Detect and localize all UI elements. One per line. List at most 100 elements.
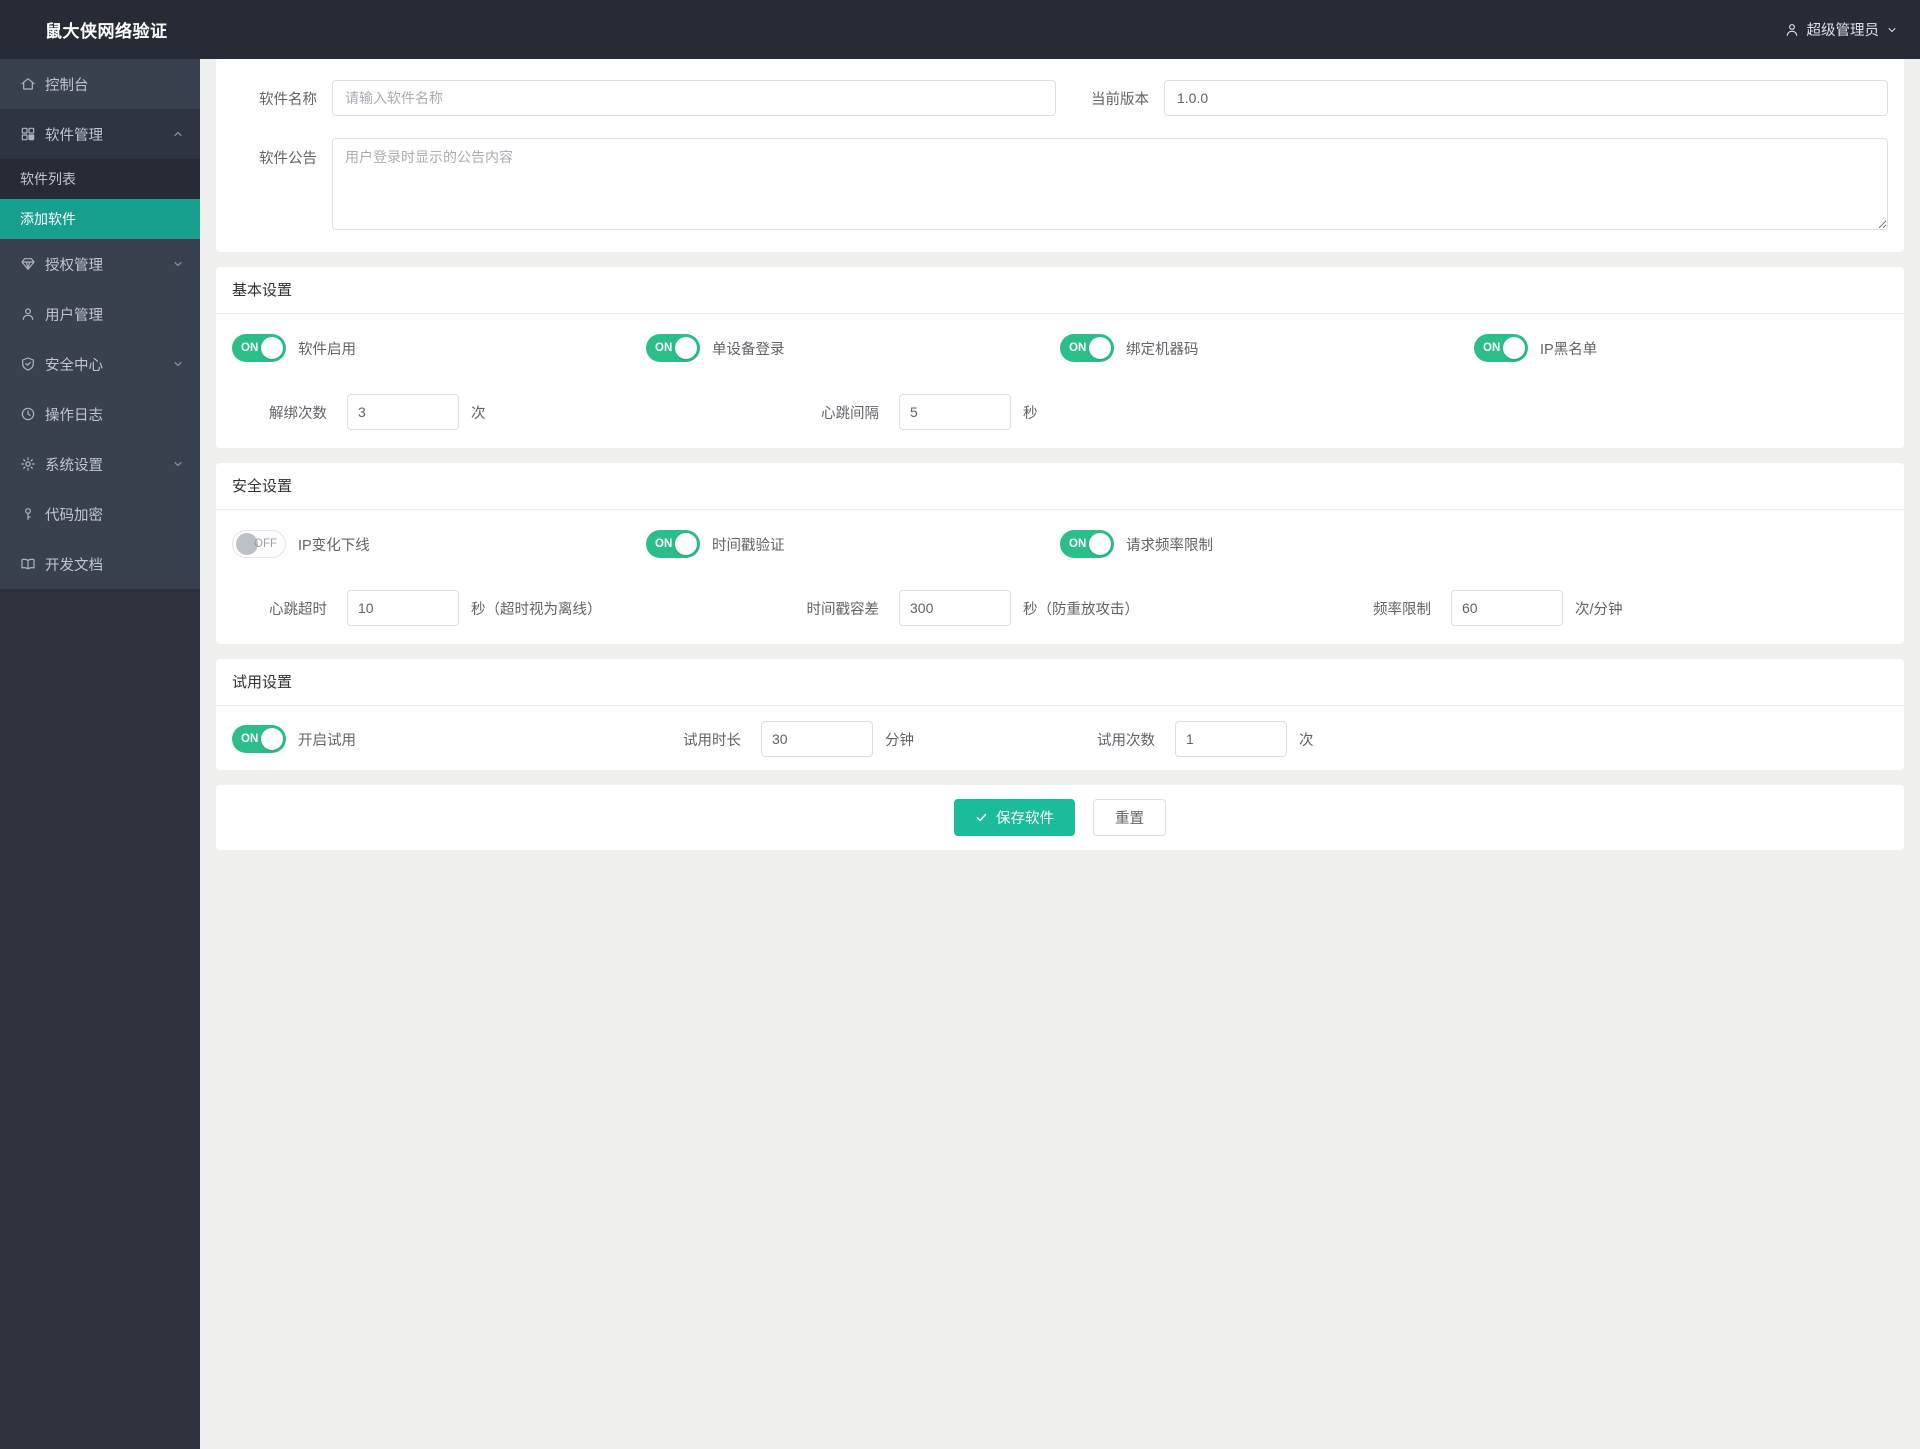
sidebar-item-license-management[interactable]: 授权管理 (0, 239, 200, 289)
trial-settings-body: ON 开启试用 试用时长 分钟 试用次数 次 (216, 706, 1904, 770)
unit-text: 分钟 (885, 732, 914, 749)
unit-text: 秒（超时视为离线） (471, 601, 602, 618)
toggle-state: ON (241, 342, 259, 354)
sidebar-item-label: 软件管理 (45, 127, 103, 144)
heartbeat-timeout-input[interactable] (347, 590, 459, 626)
check-icon (975, 811, 988, 824)
sidebar-item-add-software[interactable]: 添加软件 (0, 199, 200, 239)
toggle-state: ON (655, 538, 673, 550)
clock-icon (20, 406, 36, 422)
gear-icon (20, 456, 36, 472)
timestamp-tolerance-label: 时间戳容差 (806, 601, 880, 618)
sidebar-item-system-settings[interactable]: 系统设置 (0, 439, 200, 489)
key-icon (20, 506, 36, 522)
sidebar-item-label: 授权管理 (45, 257, 103, 274)
software-name-label: 软件名称 (259, 91, 317, 108)
basic-settings-body: ON 软件启用 ON 单设备登录 ON 绑定机器码 ON IP黑名单 解绑次数 … (216, 314, 1904, 448)
toggle-label: 开启试用 (298, 732, 356, 749)
toggle-knob (261, 728, 283, 750)
user-menu[interactable]: 超级管理员 (1784, 19, 1920, 40)
security-settings-card: 安全设置 OFF IP变化下线 ON 时间戳验证 ON 请求频率限制 心跳超时 … (216, 463, 1904, 644)
ip-change-offline-toggle[interactable]: OFF (232, 530, 286, 558)
sidebar-item-label: 系统设置 (45, 457, 103, 474)
trial-enable-toggle[interactable]: ON (232, 725, 286, 753)
toggle-state: ON (1069, 342, 1087, 354)
rate-limit-input[interactable] (1451, 590, 1563, 626)
heartbeat-interval-label: 心跳间隔 (821, 405, 879, 422)
sidebar-item-code-encryption[interactable]: 代码加密 (0, 489, 200, 539)
reset-button-label: 重置 (1115, 811, 1144, 827)
sidebar-item-software-list[interactable]: 软件列表 (0, 159, 200, 199)
home-icon (20, 76, 36, 92)
trial-settings-card: 试用设置 ON 开启试用 试用时长 分钟 试用次数 次 (216, 659, 1904, 770)
toggle-knob (261, 337, 283, 359)
book-icon (20, 556, 36, 572)
sidebar-item-label: 代码加密 (45, 507, 103, 524)
software-name-input[interactable] (332, 80, 1056, 116)
software-enabled-toggle[interactable]: ON (232, 334, 286, 362)
sidebar-filler (0, 589, 200, 1449)
timestamp-tolerance-input[interactable] (899, 590, 1011, 626)
ip-blacklist-toggle[interactable]: ON (1474, 334, 1528, 362)
trial-duration-input[interactable] (761, 721, 873, 757)
sidebar-item-user-management[interactable]: 用户管理 (0, 289, 200, 339)
basic-settings-card: 基本设置 ON 软件启用 ON 单设备登录 ON 绑定机器码 ON IP黑名单 … (216, 267, 1904, 448)
sidebar-item-security-center[interactable]: 安全中心 (0, 339, 200, 389)
toggle-knob (675, 533, 697, 555)
sidebar-item-label: 用户管理 (45, 307, 103, 324)
version-label: 当前版本 (1091, 91, 1149, 108)
toggle-label: IP变化下线 (298, 537, 370, 554)
trial-count-input[interactable] (1175, 721, 1287, 757)
sidebar-item-operation-logs[interactable]: 操作日志 (0, 389, 200, 439)
chevron-down-icon (1886, 24, 1898, 36)
sidebar-item-label: 添加软件 (20, 211, 76, 227)
heartbeat-timeout-label: 心跳超时 (269, 601, 327, 618)
toggle-state: ON (241, 733, 259, 745)
unit-text: 次/分钟 (1575, 601, 1623, 618)
bind-machine-code-toggle[interactable]: ON (1060, 334, 1114, 362)
gem-icon (20, 256, 36, 272)
toggle-label: 请求频率限制 (1126, 537, 1213, 554)
save-button-label: 保存软件 (996, 811, 1054, 827)
sidebar-item-software-management[interactable]: 软件管理 (0, 109, 200, 159)
heartbeat-interval-input[interactable] (899, 394, 1011, 430)
toggle-label: 绑定机器码 (1126, 341, 1199, 358)
toggle-knob (675, 337, 697, 359)
reset-button[interactable]: 重置 (1093, 799, 1166, 836)
user-name: 超级管理员 (1806, 23, 1880, 39)
section-title: 安全设置 (216, 463, 1904, 510)
version-input[interactable] (1164, 80, 1888, 116)
unbind-count-label: 解绑次数 (269, 405, 327, 422)
chevron-up-icon (172, 128, 184, 140)
sidebar-item-label: 安全中心 (45, 357, 103, 374)
toggle-state: ON (1069, 538, 1087, 550)
sidebar-item-dev-docs[interactable]: 开发文档 (0, 539, 200, 589)
rate-limit-toggle[interactable]: ON (1060, 530, 1114, 558)
unit-text: 次 (471, 405, 486, 422)
sidebar-submenu-software: 软件列表 添加软件 (0, 159, 200, 239)
toggle-knob (1089, 533, 1111, 555)
sidebar-item-label: 操作日志 (45, 407, 103, 424)
unit-text: 秒（防重放攻击） (1023, 601, 1139, 618)
security-settings-body: OFF IP变化下线 ON 时间戳验证 ON 请求频率限制 心跳超时 10 秒（… (216, 510, 1904, 644)
timestamp-verify-toggle[interactable]: ON (646, 530, 700, 558)
section-title: 试用设置 (216, 659, 1904, 706)
save-software-button[interactable]: 保存软件 (954, 799, 1075, 836)
basic-info-body: 软件名称 当前版本 软件公告 (216, 58, 1904, 252)
single-device-login-toggle[interactable]: ON (646, 334, 700, 362)
toggle-label: 单设备登录 (712, 341, 785, 358)
unbind-count-input[interactable] (347, 394, 459, 430)
toggle-knob (1503, 337, 1525, 359)
notice-textarea[interactable] (332, 138, 1888, 230)
unit-text: 次 (1299, 732, 1314, 749)
app-title: 鼠大侠网络验证 (45, 22, 168, 41)
sidebar-item-console[interactable]: 控制台 (0, 59, 200, 109)
toggle-knob (1089, 337, 1111, 359)
chevron-down-icon (172, 458, 184, 470)
trial-count-label: 试用次数 (1097, 732, 1155, 749)
chevron-down-icon (172, 258, 184, 270)
actions-card: 保存软件 重置 (216, 785, 1904, 850)
toggle-state: OFF (254, 538, 277, 550)
apps-icon (20, 126, 36, 142)
sidebar-item-label: 软件列表 (20, 171, 76, 187)
